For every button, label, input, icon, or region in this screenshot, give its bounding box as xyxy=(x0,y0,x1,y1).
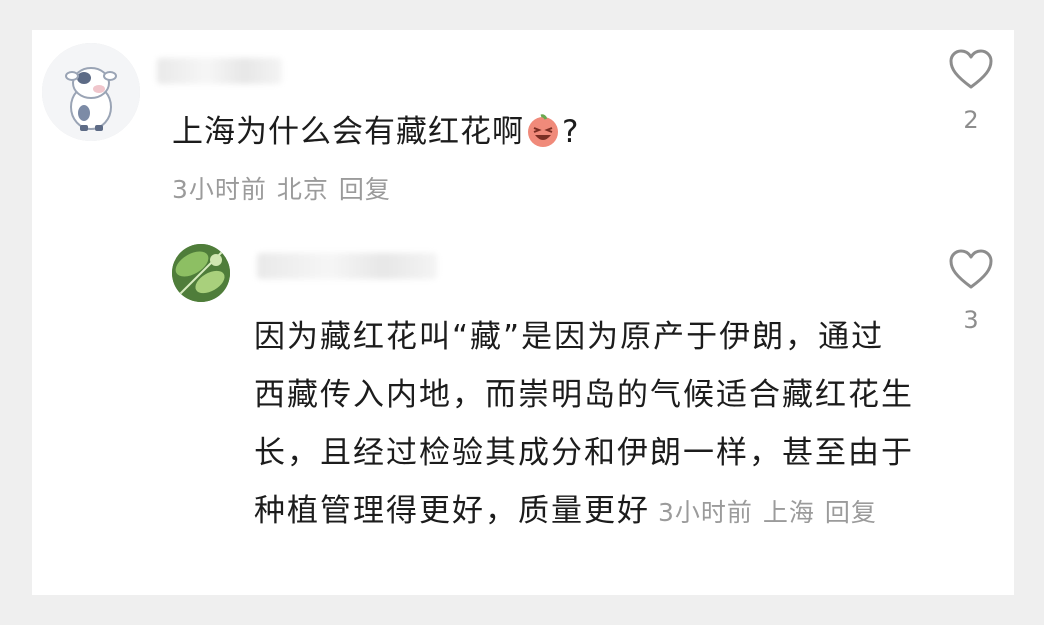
reply-meta: 3小时前 上海 回复 xyxy=(658,498,887,527)
heart-icon xyxy=(949,49,993,89)
reply-link[interactable]: 回复 xyxy=(339,175,391,204)
comment-suffix: ? xyxy=(562,114,580,150)
comment-text: 上海为什么会有藏红花啊? xyxy=(172,106,579,151)
reply-like-count: 3 xyxy=(963,306,979,334)
username-blurred[interactable] xyxy=(157,58,282,84)
cow-avatar-icon xyxy=(42,43,140,141)
reply-reply-link[interactable]: 回复 xyxy=(825,498,877,527)
laughing-face-emoji-icon xyxy=(528,114,558,147)
avatar[interactable] xyxy=(42,43,140,141)
comment-card: 上海为什么会有藏红花啊? 3小时前 北京 回复 2 因为藏红花叫“藏”是因为原产于伊… xyxy=(32,30,1014,595)
comment-time: 3小时前 xyxy=(172,175,267,204)
comment-location: 北京 xyxy=(276,175,329,204)
like-count: 2 xyxy=(963,106,979,134)
comment-body: 上海为什么会有藏红花啊 xyxy=(172,114,524,150)
reply-like-button[interactable]: 3 xyxy=(946,248,996,334)
reply-avatar[interactable] xyxy=(172,244,230,302)
comment-meta: 3小时前 北京 回复 xyxy=(172,170,401,206)
leaf-avatar-icon xyxy=(172,244,230,302)
reply-time: 3小时前 xyxy=(658,498,753,527)
reply-text: 因为藏红花叫“藏”是因为原产于伊朗，通过西藏传入内地，而崇明岛的气候适合藏红花生… xyxy=(254,308,914,542)
like-button[interactable]: 2 xyxy=(946,48,996,134)
reply-username-blurred[interactable] xyxy=(257,253,437,279)
heart-icon xyxy=(949,249,993,289)
reply-location: 上海 xyxy=(762,498,815,527)
